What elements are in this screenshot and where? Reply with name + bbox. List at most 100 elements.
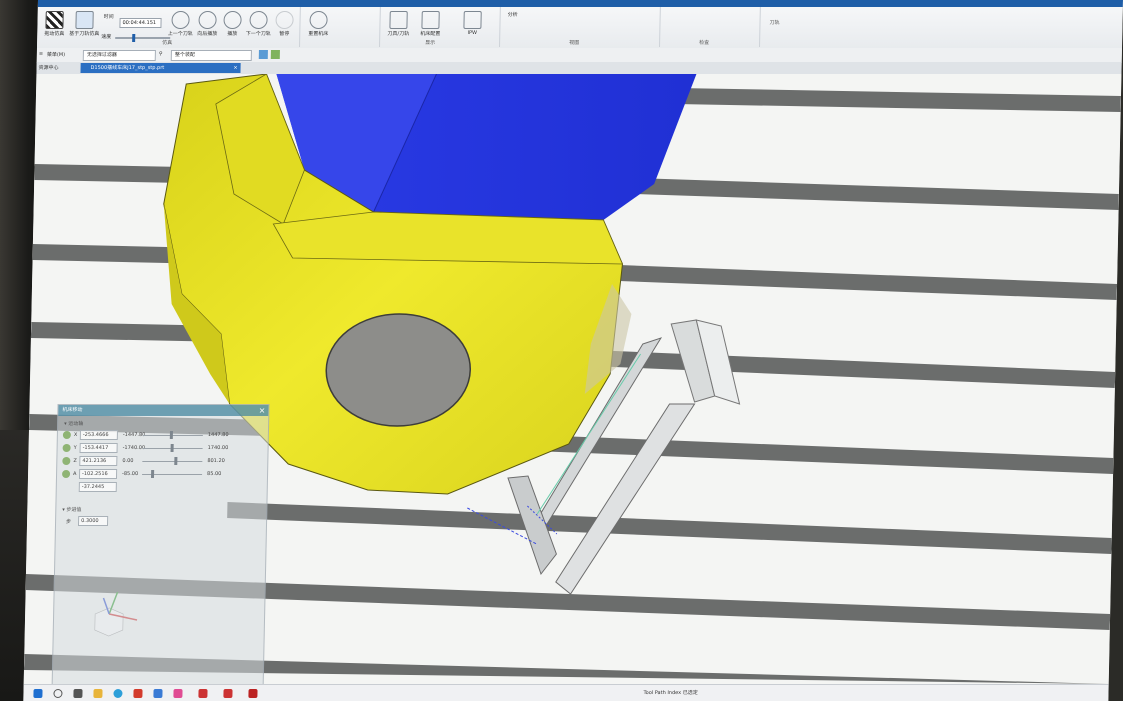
machine-config-button[interactable]: 机床配置 <box>415 11 446 37</box>
axis-slider-thumb[interactable] <box>169 431 173 439</box>
resource-center-tab[interactable]: 资源中心 <box>36 63 78 73</box>
file-explorer-icon[interactable] <box>93 689 103 698</box>
time-field[interactable]: 00:04:44.151 <box>119 18 162 28</box>
sim-group-label: 仿真 <box>162 40 173 46</box>
axis-min: -85.00 <box>122 471 139 477</box>
axis-row: X -253.4666 -1447.80 1447.80 <box>58 429 268 442</box>
check-group: 检查 <box>659 7 761 47</box>
file-tab-label: D1500摆线车床J17_stp_stp.prt <box>90 65 165 71</box>
pause-icon <box>275 11 294 29</box>
display-group-label: 显示 <box>425 40 436 46</box>
step-label: 步 <box>66 519 72 525</box>
reset-machine-button[interactable]: 重置机床 <box>303 11 334 37</box>
axis-row: A -102.2516 -85.00 85.00 <box>57 468 267 481</box>
view-icon[interactable] <box>270 50 280 59</box>
axis-max: 1447.80 <box>207 432 229 438</box>
time-label: 时间 <box>103 14 114 20</box>
axis-slider-track[interactable] <box>142 461 203 462</box>
toolpath-simulate-button[interactable]: 基于刀轨仿真 <box>69 11 100 37</box>
axis-value-field[interactable]: -102.2516 <box>78 469 118 479</box>
axis-slider-thumb[interactable] <box>174 457 178 465</box>
axis-name: Y <box>73 445 77 451</box>
status-text: Tool Path Index 已选定 <box>643 690 698 696</box>
simulation-group: 拖动仿真 基于刀轨仿真 时间 00:04:44.151 速度 上一个刀轨 向后播… <box>37 7 301 47</box>
browser-icon[interactable] <box>113 689 123 698</box>
ribbon-tab-strip <box>37 0 1123 7</box>
drag-simulate-button[interactable]: 拖动仿真 <box>39 11 70 37</box>
axis-name: Z <box>73 458 77 464</box>
bore-hole <box>325 313 472 427</box>
axis-value-field[interactable]: 421.2136 <box>79 456 118 466</box>
step-value-field[interactable]: 0.3000 <box>77 516 109 526</box>
check-group-label: 检查 <box>699 40 710 46</box>
machine-group: 重置机床 <box>299 7 381 47</box>
axis-lock-icon[interactable] <box>62 431 71 439</box>
scope-dropdown[interactable]: 整个装配 <box>170 50 252 61</box>
app-icon-1[interactable] <box>133 689 143 698</box>
axis-lock-icon[interactable] <box>61 470 71 478</box>
axis-row: Z 421.2136 0.00 801.20 <box>57 455 267 468</box>
axis-rows: X -253.4666 -1447.80 1447.80 Y -153.4417 -1740… <box>57 429 268 481</box>
axis-row-extra: -37.2445 <box>57 481 267 494</box>
skip-forward-icon <box>249 11 268 29</box>
analysis-label[interactable]: 分析 <box>508 11 518 18</box>
app-icon-6[interactable] <box>248 689 258 698</box>
selection-filter-dropdown[interactable]: 无选择过滤器 <box>82 50 156 61</box>
close-icon[interactable]: × <box>233 63 237 73</box>
axis-value-field[interactable]: -153.4417 <box>79 443 118 453</box>
reset-icon <box>309 11 328 29</box>
axis-lock-icon[interactable] <box>62 444 71 452</box>
axis-max: 85.00 <box>207 471 222 477</box>
axis-max: 801.20 <box>207 458 225 464</box>
ipw-icon <box>463 11 482 29</box>
tool-path-button[interactable]: 刀具/刀轨 <box>383 11 414 37</box>
machine-icon <box>421 11 440 29</box>
toolpath-icon <box>75 11 94 29</box>
app-icon-5[interactable] <box>223 689 233 698</box>
axis-name: A <box>73 471 77 477</box>
display-group: 刀具/刀轨 机床配置 IPW 显示 <box>379 7 501 47</box>
filter-icon[interactable]: ⚲ <box>159 51 163 57</box>
axis-min: 0.00 <box>122 458 134 464</box>
speed-slider-thumb[interactable] <box>132 34 136 42</box>
tool-icon <box>389 11 408 29</box>
graphics-viewport[interactable]: 机床移动 × ▾ 运动轴 X -253.4666 -1447.80 1447.80 Y -… <box>23 74 1122 684</box>
command-bar: ≡ 菜单(M) 无选择过滤器 ⚲ 整个装配 <box>36 48 1122 63</box>
ribbon-toolbar: 拖动仿真 基于刀轨仿真 时间 00:04:44.151 速度 上一个刀轨 向后播… <box>36 0 1123 49</box>
step-row: 步 0.3000 <box>56 515 266 529</box>
machine-move-dialog: 机床移动 × ▾ 运动轴 X -253.4666 -1447.80 1447.80 Y -… <box>51 404 270 684</box>
snap-icon[interactable] <box>258 50 268 59</box>
toolpath-group-label: 刀轨 <box>769 20 780 26</box>
play-back-icon <box>198 11 217 29</box>
windows-start-icon[interactable] <box>33 689 43 698</box>
app-icon-2[interactable] <box>153 689 163 698</box>
axis-max: 1740.00 <box>207 445 229 451</box>
prev-toolpath-button[interactable]: 上一个刀轨 <box>165 11 196 37</box>
menu-icon: ≡ <box>38 51 44 57</box>
app-icon-3[interactable] <box>173 689 183 698</box>
cam-application-window: 拖动仿真 基于刀轨仿真 时间 00:04:44.151 速度 上一个刀轨 向后播… <box>23 0 1123 701</box>
menu-button[interactable]: 菜单(M) <box>47 51 65 58</box>
axis-value-field[interactable]: -253.4666 <box>79 430 118 440</box>
task-view-icon[interactable] <box>73 689 83 698</box>
pause-button[interactable]: 暂停 <box>269 11 300 37</box>
axis-lock-icon[interactable] <box>62 457 71 465</box>
ipw-button[interactable]: IPW <box>457 11 488 36</box>
axis-name: X <box>73 432 78 438</box>
checkered-flag-icon <box>45 11 64 29</box>
windows-taskbar: Tool Path Index 已选定 <box>23 684 1109 701</box>
axis-value-extra[interactable]: -37.2445 <box>78 482 117 492</box>
axis-slider-thumb[interactable] <box>170 444 174 452</box>
dialog-title: 机床移动 <box>62 407 83 413</box>
step-section-header[interactable]: ▾ 步进值 <box>56 494 266 515</box>
speed-label: 速度 <box>101 34 112 40</box>
search-icon[interactable] <box>53 689 63 698</box>
app-icon-4[interactable] <box>198 689 208 698</box>
close-icon[interactable]: × <box>259 405 266 416</box>
skip-back-icon <box>171 11 190 29</box>
axes-section-header[interactable]: ▾ 运动轴 <box>58 416 268 429</box>
axis-slider-thumb[interactable] <box>150 470 155 478</box>
file-tab[interactable]: D1500摆线车床J17_stp_stp.prt × <box>80 63 241 73</box>
dialog-title-bar: 机床移动 × <box>58 405 269 416</box>
play-icon <box>223 11 242 29</box>
